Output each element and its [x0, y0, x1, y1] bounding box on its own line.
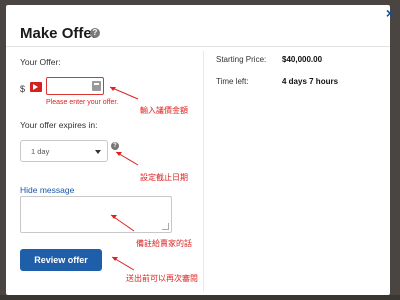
close-icon[interactable]: × [383, 6, 397, 20]
annotation-review-before-send: 送出前可以再次審閱 [126, 274, 198, 283]
annotation-enter-amount: 輸入議價金額 [140, 106, 188, 115]
annotation-set-expiry: 設定截止日期 [140, 173, 188, 182]
page-footer-band [0, 295, 400, 300]
make-offer-dialog: Make Offer ? Your Offer: $ Please enter … [6, 5, 390, 295]
annotation-arrows [109, 86, 139, 271]
annotation-note-to-seller: 備註給賣家的話 [136, 239, 192, 248]
